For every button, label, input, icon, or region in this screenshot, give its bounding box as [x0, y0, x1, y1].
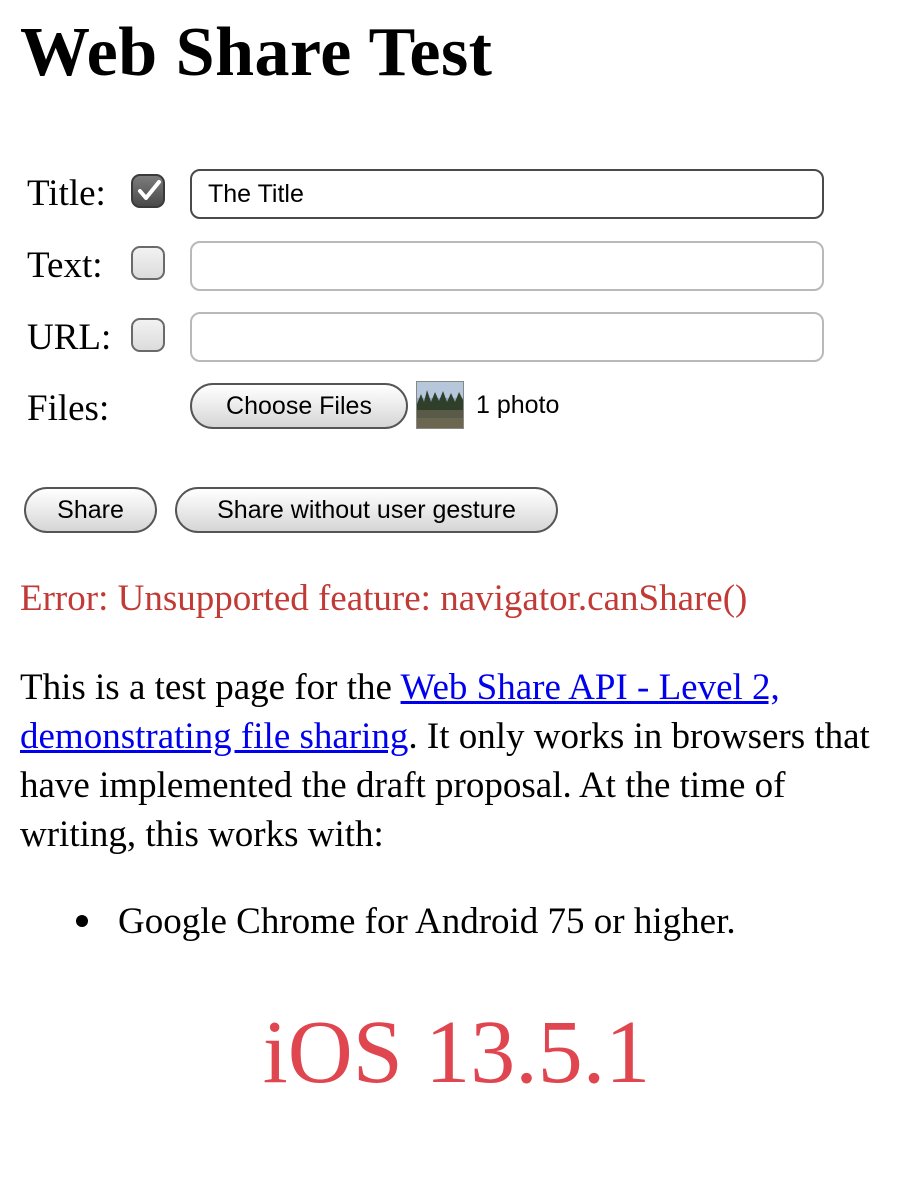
page-title: Web Share Test	[20, 14, 493, 91]
ios-version-caption: iOS 13.5.1	[262, 1003, 651, 1102]
files-label: Files:	[27, 388, 110, 429]
title-label: Title:	[27, 173, 106, 214]
text-input[interactable]	[190, 241, 824, 291]
browser-list-item-label: Google Chrome for Android 75 or higher.	[118, 901, 736, 942]
bullet-icon	[76, 915, 88, 927]
title-checkbox[interactable]	[131, 174, 165, 208]
share-button[interactable]: Share	[24, 487, 157, 533]
files-status: 1 photo	[476, 391, 560, 419]
title-input[interactable]	[190, 169, 824, 219]
text-label: Text:	[27, 245, 103, 286]
share-without-gesture-button[interactable]: Share without user gesture	[175, 487, 558, 533]
list-item: Google Chrome for Android 75 or higher.	[70, 897, 736, 946]
browser-list: Google Chrome for Android 75 or higher.	[70, 897, 736, 946]
photo-thumbnail-icon	[416, 381, 464, 429]
description-paragraph: This is a test page for the Web Share AP…	[20, 663, 890, 859]
text-checkbox[interactable]	[131, 246, 165, 280]
choose-files-button[interactable]: Choose Files	[190, 383, 408, 429]
url-checkbox[interactable]	[131, 318, 165, 352]
error-message: Error: Unsupported feature: navigator.ca…	[20, 578, 748, 619]
checkmark-icon	[138, 180, 161, 200]
description-intro: This is a test page for the	[20, 667, 401, 708]
url-label: URL:	[27, 317, 112, 358]
url-input[interactable]	[190, 312, 824, 362]
